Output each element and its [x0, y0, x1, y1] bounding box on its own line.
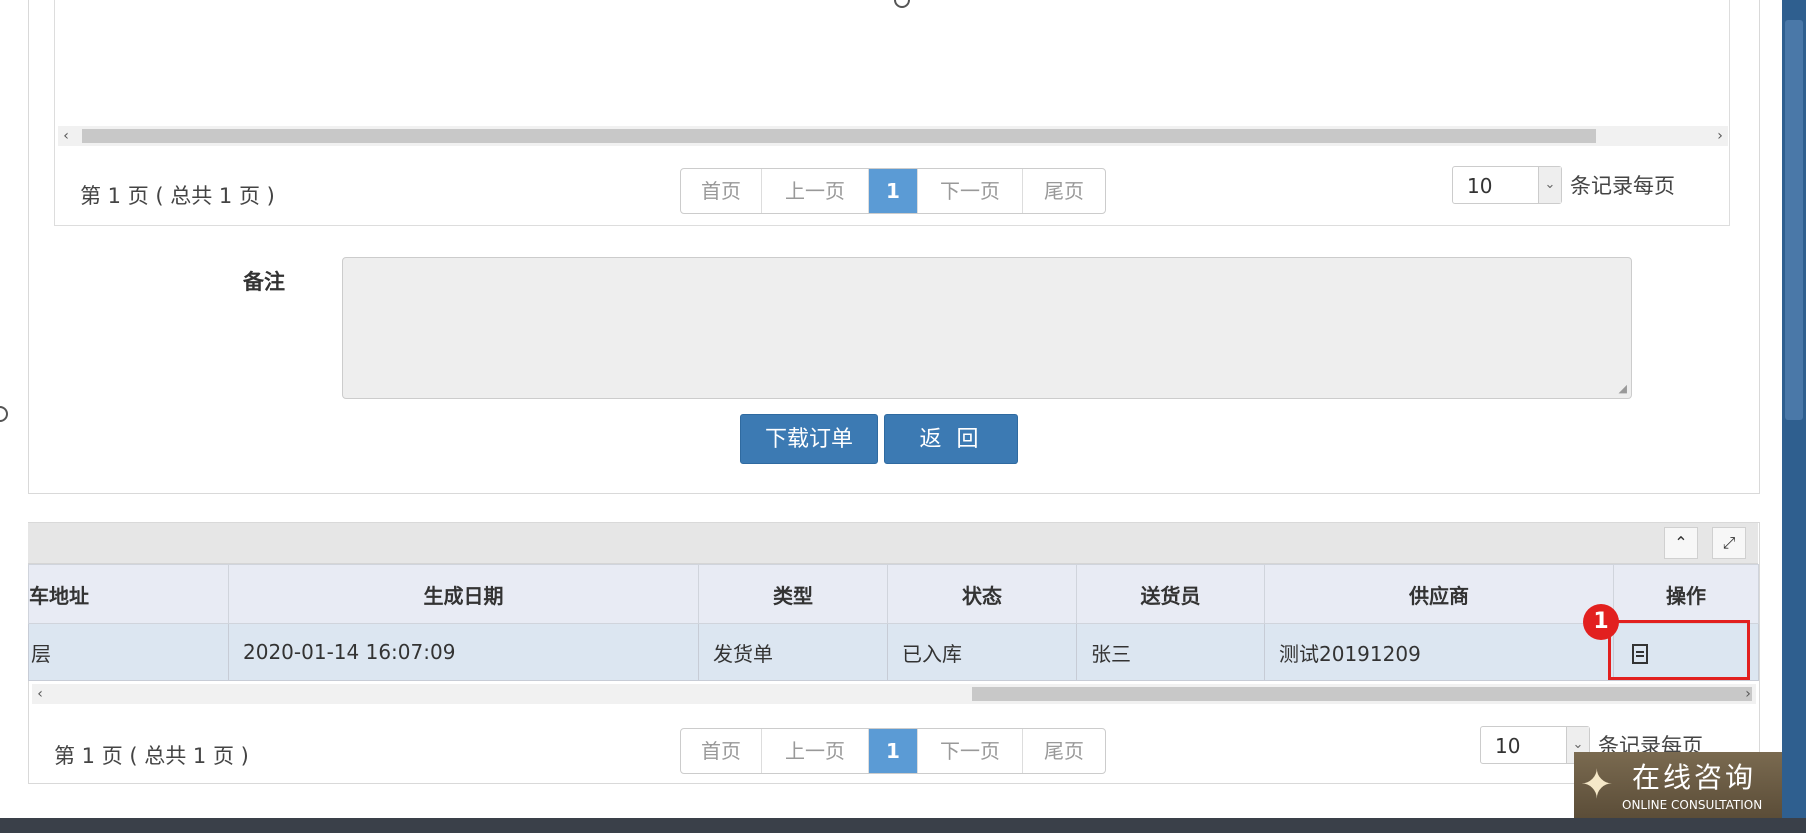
- consult-subtitle: ONLINE CONSULTATION: [1622, 798, 1763, 812]
- chevron-down-icon[interactable]: ⌄: [1538, 167, 1561, 203]
- per-page-label: 条记录每页: [1570, 174, 1675, 198]
- scroll-left-icon[interactable]: ‹: [32, 684, 48, 704]
- page: ‹ › 第 1 页 ( 总共 1 页 ) 首页 上一页 1 下一页 尾页 10 …: [0, 0, 1782, 818]
- download-order-button[interactable]: 下载订单: [740, 414, 878, 464]
- current-page-button[interactable]: 1: [869, 169, 918, 213]
- cell-action: [1613, 623, 1759, 681]
- column-header-address[interactable]: 车地址: [28, 564, 229, 624]
- remark-textarea[interactable]: ◢: [342, 257, 1632, 399]
- window-vscrollbar[interactable]: [1782, 0, 1806, 818]
- next-page-button[interactable]: 下一页: [918, 169, 1023, 213]
- pagination: 首页 上一页 1 下一页 尾页: [680, 168, 1106, 214]
- collapse-icon[interactable]: ⌃: [1664, 527, 1698, 559]
- window-bottom-edge: [0, 818, 1806, 833]
- scroll-thumb[interactable]: [82, 129, 1596, 143]
- column-header-supplier[interactable]: 供应商: [1264, 564, 1614, 624]
- resize-grip-icon[interactable]: ◢: [1619, 382, 1627, 395]
- star-logo-icon: ✦: [1580, 762, 1614, 808]
- table-row[interactable]: 层 2020-01-14 16:07:09 发货单 已入库 张三 测试20191…: [28, 623, 1759, 681]
- scroll-right-icon[interactable]: ›: [1740, 684, 1756, 704]
- scroll-thumb[interactable]: [1785, 20, 1803, 420]
- cell-address: 层: [28, 623, 229, 681]
- order-list-table: 车地址 生成日期 类型 状态 送货员 供应商 操作 层 2020-01-14 1…: [28, 564, 1759, 681]
- column-header-type[interactable]: 类型: [698, 564, 888, 624]
- order-list-header-bar: [28, 523, 1758, 564]
- column-header-status[interactable]: 状态: [887, 564, 1077, 624]
- cell-supplier: 测试20191209: [1264, 623, 1614, 681]
- column-header-date[interactable]: 生成日期: [228, 564, 699, 624]
- consult-title: 在线咨询: [1632, 761, 1757, 794]
- column-header-courier[interactable]: 送货员: [1076, 564, 1265, 624]
- per-page-select[interactable]: 10 ⌄: [1452, 166, 1562, 204]
- resize-handle-left[interactable]: [0, 406, 8, 422]
- next-page-button[interactable]: 下一页: [918, 729, 1023, 773]
- cell-status: 已入库: [887, 623, 1077, 681]
- scroll-left-icon[interactable]: ‹: [58, 126, 74, 146]
- last-page-button[interactable]: 尾页: [1023, 729, 1105, 773]
- remark-label: 备注: [243, 270, 285, 294]
- fullscreen-icon[interactable]: ⤢: [1712, 527, 1746, 559]
- first-page-button[interactable]: 首页: [681, 729, 762, 773]
- last-page-button[interactable]: 尾页: [1023, 169, 1105, 213]
- column-header-action: 操作: [1613, 564, 1759, 624]
- detail-grid-hscrollbar[interactable]: ‹ ›: [58, 126, 1728, 146]
- first-page-button[interactable]: 首页: [681, 169, 762, 213]
- table-header-row: 车地址 生成日期 类型 状态 送货员 供应商 操作: [28, 564, 1759, 624]
- annotation-badge: 1: [1583, 604, 1619, 640]
- cell-date: 2020-01-14 16:07:09: [228, 623, 699, 681]
- scroll-right-icon[interactable]: ›: [1712, 126, 1728, 146]
- per-page-control: 10 ⌄ 条记录每页: [1452, 166, 1675, 204]
- cell-type: 发货单: [698, 623, 888, 681]
- document-icon[interactable]: [1632, 643, 1648, 664]
- scroll-thumb[interactable]: [972, 687, 1752, 701]
- page-info: 第 1 页 ( 总共 1 页 ): [80, 184, 275, 208]
- cell-courier: 张三: [1076, 623, 1265, 681]
- pagination: 首页 上一页 1 下一页 尾页: [680, 728, 1106, 774]
- prev-page-button[interactable]: 上一页: [762, 169, 869, 213]
- per-page-value: 10: [1467, 174, 1493, 198]
- online-consultation-widget[interactable]: ✦ 在线咨询 ONLINE CONSULTATION: [1574, 752, 1782, 818]
- back-button[interactable]: 返 回: [884, 414, 1018, 464]
- current-page-button[interactable]: 1: [869, 729, 918, 773]
- page-info: 第 1 页 ( 总共 1 页 ): [54, 744, 249, 768]
- prev-page-button[interactable]: 上一页: [762, 729, 869, 773]
- per-page-value: 10: [1495, 734, 1521, 758]
- order-list-hscrollbar[interactable]: ‹ ›: [32, 684, 1756, 704]
